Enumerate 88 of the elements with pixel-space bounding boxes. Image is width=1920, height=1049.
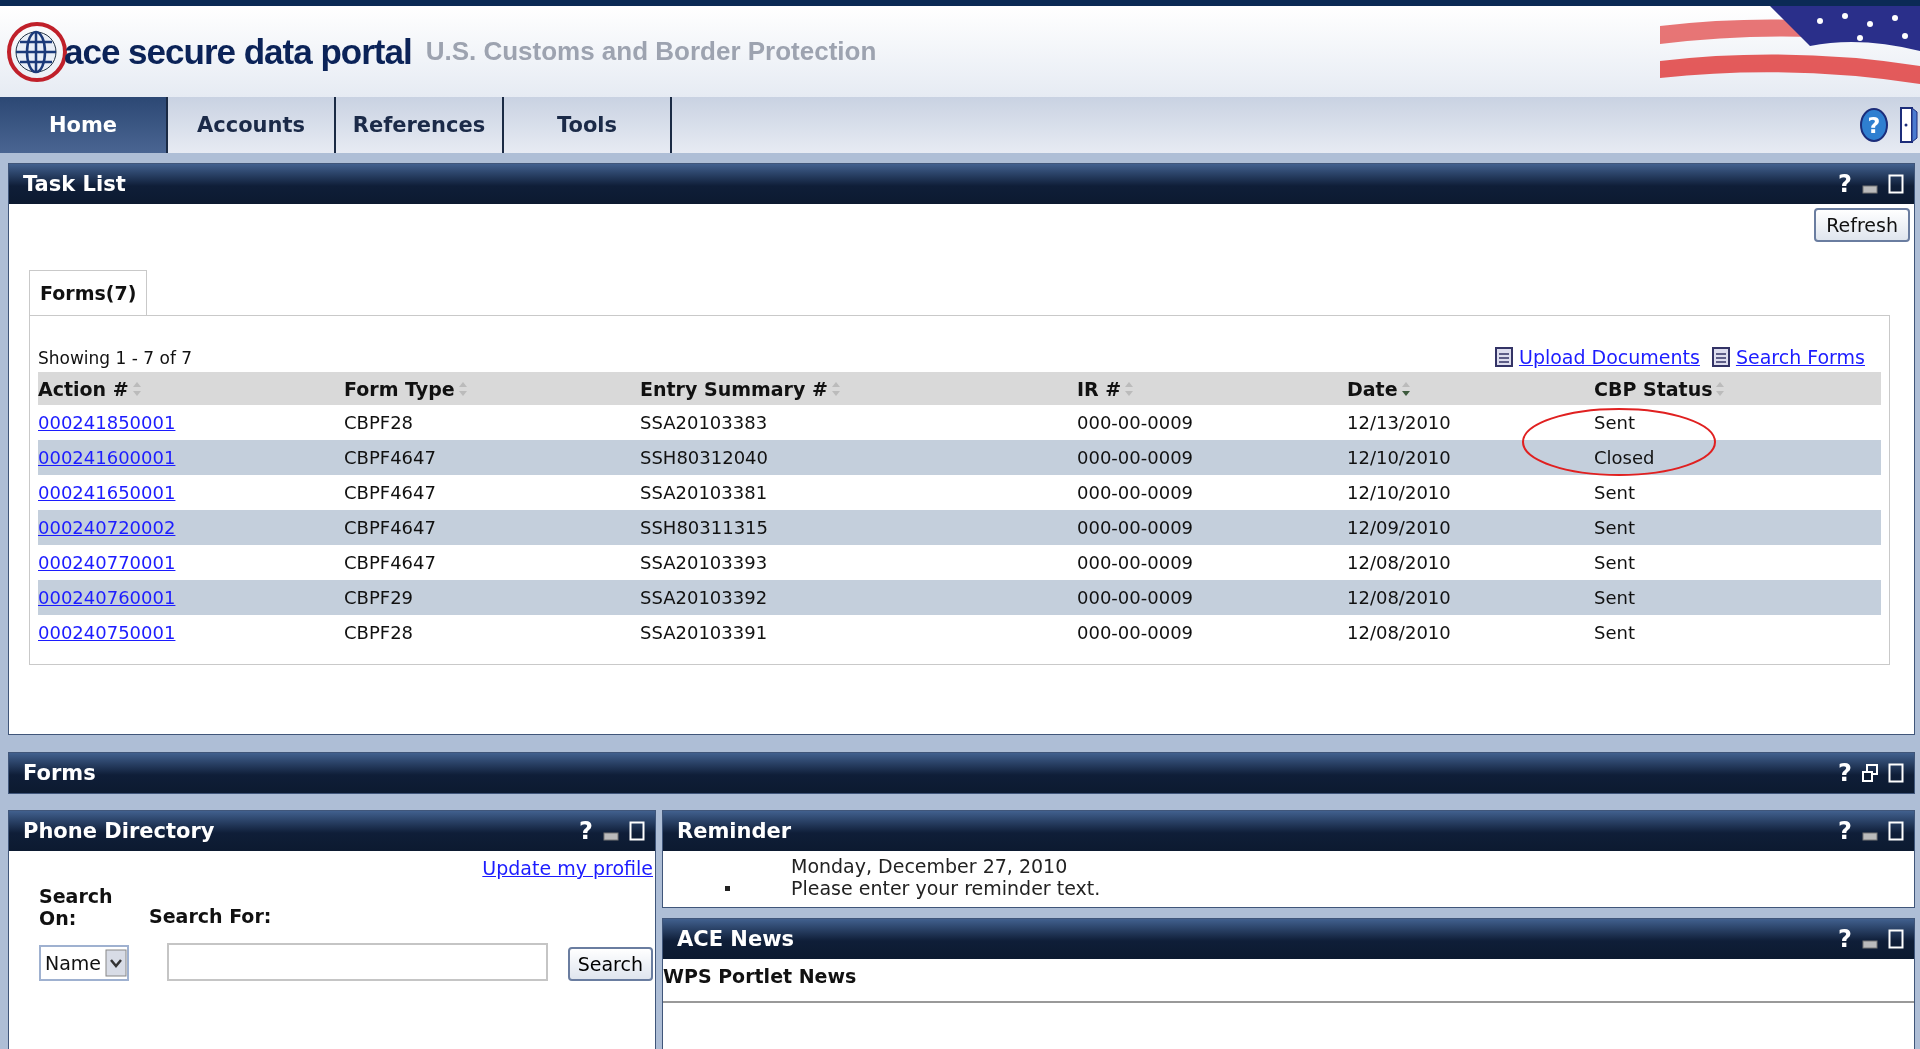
- nav-tab[interactable]: References: [336, 97, 504, 153]
- table-cell-text: CBPF29: [344, 587, 415, 608]
- maximize-icon[interactable]: [629, 821, 645, 841]
- action-link[interactable]: 000241600001: [38, 447, 176, 468]
- table-cell-text: 12/08/2010: [1347, 587, 1452, 608]
- table-cell-text: CBPF4647: [344, 447, 437, 468]
- table-cell-text: 12/08/2010: [1347, 622, 1452, 643]
- table-cell-text: SSA20103392: [640, 587, 769, 608]
- field-label: Search On:: [39, 885, 114, 929]
- document-icon: [1711, 347, 1730, 367]
- help-icon[interactable]: ?: [1838, 170, 1852, 198]
- action-link[interactable]: 000240750001: [38, 622, 176, 643]
- table-cell-text: Sent: [1594, 622, 1636, 643]
- table-cell-text: Sent: [1594, 517, 1636, 538]
- table-cell-text: SSH80311315: [640, 517, 769, 538]
- table-cell-text: 12/10/2010: [1347, 447, 1452, 468]
- help-icon[interactable]: ?: [1838, 817, 1852, 845]
- table-cell-text: 12/08/2010: [1347, 552, 1452, 573]
- search-button[interactable]: Search: [567, 947, 653, 981]
- table-cell-text: Sent: [1594, 587, 1636, 608]
- table-cell-text: 12/10/2010: [1347, 482, 1452, 503]
- portlet-title: Task List: [23, 172, 127, 196]
- maximize-icon[interactable]: [1888, 821, 1904, 841]
- action-link[interactable]: 000241850001: [38, 412, 176, 433]
- forms-tab[interactable]: Forms(7): [29, 270, 148, 315]
- agency-name: U.S. Customs and Border Protection: [425, 36, 877, 67]
- column-header: CBP Status: [1594, 377, 1713, 400]
- table-cell-text: 000-00-0009: [1077, 412, 1195, 433]
- result-count: Showing 1 - 7 of 7: [38, 348, 193, 368]
- restore-icon[interactable]: [1862, 763, 1878, 783]
- action-link[interactable]: 000240770001: [38, 552, 176, 573]
- table-cell-text: CBPF4647: [344, 552, 437, 573]
- help-icon[interactable]: ?: [1838, 925, 1852, 953]
- form-link[interactable]: Search Forms: [1711, 346, 1865, 368]
- column-header: Action #: [38, 377, 129, 400]
- action-link[interactable]: 000241650001: [38, 482, 176, 503]
- document-icon: [1494, 347, 1513, 367]
- action-link[interactable]: 000240720002: [38, 517, 176, 538]
- maximize-icon[interactable]: [1888, 174, 1904, 194]
- nav-tab[interactable]: Home: [0, 97, 168, 153]
- table-cell-text: 000-00-0009: [1077, 552, 1195, 573]
- table-cell-text: Sent: [1594, 412, 1636, 433]
- maximize-icon[interactable]: [1888, 763, 1904, 783]
- portlet-title: Phone Directory: [23, 819, 216, 843]
- portlet-title: Reminder: [677, 819, 793, 843]
- column-header: Entry Summary #: [640, 377, 828, 400]
- form-link[interactable]: Upload Documents: [1494, 346, 1700, 368]
- reminder-date: Monday, December 27, 2010: [791, 855, 1069, 877]
- table-cell-text: SSH80312040: [640, 447, 769, 468]
- table-cell-text: 12/13/2010: [1347, 412, 1452, 433]
- table-cell-text: SSA20103383: [640, 412, 769, 433]
- help-icon[interactable]: ?: [1838, 759, 1852, 787]
- table-cell-text: 000-00-0009: [1077, 517, 1195, 538]
- column-header: IR #: [1077, 377, 1122, 400]
- search-input-field[interactable]: [167, 943, 548, 981]
- maximize-icon[interactable]: [1888, 929, 1904, 949]
- search-on-dropdown[interactable]: Name: [39, 945, 130, 981]
- table-cell-text: 000-00-0009: [1077, 587, 1195, 608]
- table-cell-text: 000-00-0009: [1077, 622, 1195, 643]
- table-cell-text: Sent: [1594, 482, 1636, 503]
- table-cell-text: 12/09/2010: [1347, 517, 1452, 538]
- profile-link[interactable]: Update my profile: [482, 851, 653, 879]
- table-cell-text: 000-00-0009: [1077, 447, 1195, 468]
- portlet-title: Forms: [23, 761, 97, 785]
- table-cell-text: CBPF4647: [344, 482, 437, 503]
- table-cell-text: 000-00-0009: [1077, 482, 1195, 503]
- column-header: Date: [1347, 377, 1398, 400]
- table-cell-text: SSA20103393: [640, 552, 769, 573]
- refresh-button[interactable]: Refresh: [1814, 208, 1910, 242]
- column-header: Form Type: [344, 377, 455, 400]
- portlet-title: ACE News: [677, 927, 796, 951]
- table-cell-text: CBPF4647: [344, 517, 437, 538]
- field-label: Search For:: [149, 905, 272, 929]
- table-cell-text: SSA20103391: [640, 622, 769, 643]
- table-cell-text: CBPF28: [344, 622, 415, 643]
- news-heading: WPS Portlet News: [663, 965, 857, 987]
- action-link[interactable]: 000240760001: [38, 587, 176, 608]
- reminder-text: Please enter your reminder text.: [791, 877, 1102, 899]
- exit-door-icon[interactable]: [1898, 106, 1918, 144]
- bullet-icon: [724, 885, 730, 891]
- nav-tab[interactable]: Tools: [504, 97, 672, 153]
- nav-tab[interactable]: Accounts: [168, 97, 336, 153]
- help-icon[interactable]: ?: [579, 817, 593, 845]
- table-cell-text: CBPF28: [344, 412, 415, 433]
- help-icon[interactable]: ?: [1860, 108, 1888, 142]
- table-cell-text: Closed: [1594, 447, 1656, 468]
- table-cell-text: SSA20103381: [640, 482, 769, 503]
- table-cell-text: Sent: [1594, 552, 1636, 573]
